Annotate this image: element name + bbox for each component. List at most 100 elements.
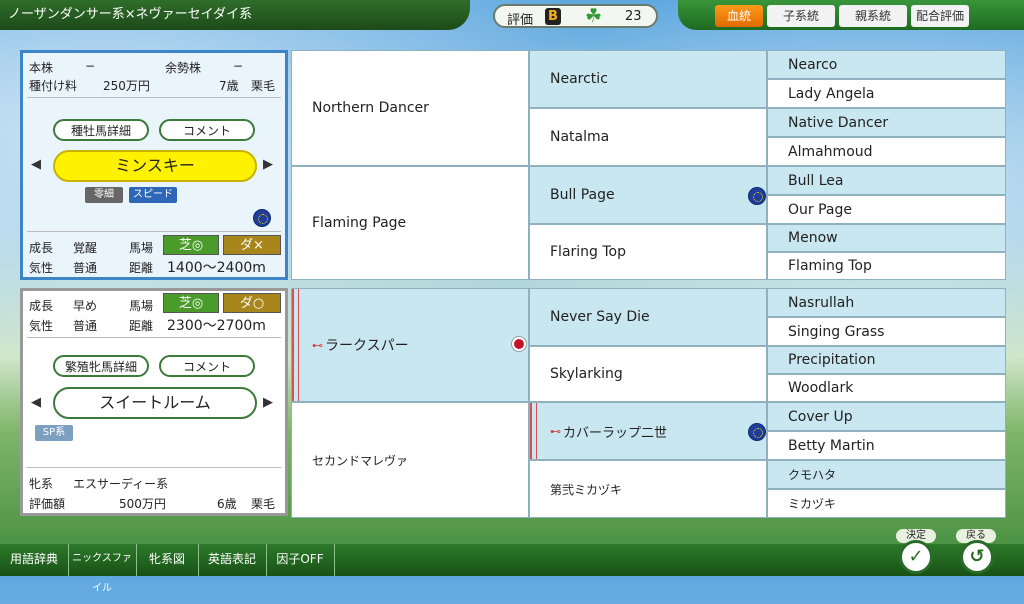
glossary-button[interactable]: 用語辞典 (0, 544, 69, 576)
temper-value: 普通 (73, 319, 98, 333)
sire-age: 7歳 (219, 79, 239, 93)
pedigree-cell-g1[interactable]: ⊷ ラークスパー (291, 288, 529, 402)
dam-chip-sp: SP系 (35, 425, 73, 441)
pedigree-cell-g3[interactable]: Lady Angela (767, 79, 1006, 108)
horse-name: Bull Page (550, 187, 615, 203)
pedigree-cell-g1[interactable]: Northern Dancer (291, 50, 529, 166)
horse-name: Skylarking (550, 366, 623, 382)
pedigree-cell-g3[interactable]: Nasrullah (767, 288, 1006, 317)
clover-count: 23 (625, 9, 642, 24)
eu-flag-icon (253, 209, 271, 227)
clover-icon: ☘ (585, 5, 603, 27)
growth-value: 覚醒 (73, 241, 98, 255)
link-icon: ⊷ (550, 424, 561, 438)
next-sire-arrow-icon[interactable]: ▶ (263, 157, 273, 172)
dirt-badge: ダ× (223, 235, 281, 255)
pedigree-cell-g3[interactable]: Menow (767, 224, 1006, 252)
prev-dam-arrow-icon[interactable]: ◀ (31, 395, 41, 410)
divider (27, 467, 281, 468)
horse-name: セカンドマレヴァ (312, 453, 409, 468)
growth-value: 早め (73, 299, 98, 313)
back-return-icon[interactable]: ↺ (960, 540, 994, 574)
horse-name: Nearco (788, 56, 838, 73)
pedigree-cell-g3[interactable]: Native Dancer (767, 108, 1006, 137)
dam-name[interactable]: スイートルーム (53, 387, 257, 419)
surplus-stock-label: 余勢株 (165, 61, 202, 75)
pedigree-cell-g3[interactable]: Bull Lea (767, 166, 1006, 195)
growth-label: 成長 (29, 299, 54, 313)
horse-name: Precipitation (788, 352, 876, 368)
track-label: 馬場 (129, 299, 154, 313)
horse-name: Our Page (788, 201, 852, 218)
pedigree-cell-g3[interactable]: Singing Grass (767, 317, 1006, 346)
tab-bar: 血統 子系統 親系統 配合評価 (678, 0, 1024, 30)
sire-comment-button[interactable]: コメント (159, 119, 255, 141)
horse-name: Betty Martin (788, 437, 875, 454)
cross-mark (292, 289, 299, 401)
prev-sire-arrow-icon[interactable]: ◀ (31, 157, 41, 172)
next-dam-arrow-icon[interactable]: ▶ (263, 395, 273, 410)
confirm-check-icon[interactable]: ✓ (899, 540, 933, 574)
pedigree-cell-g3[interactable]: Betty Martin (767, 431, 1006, 460)
female-line-label: 牝系 (29, 477, 54, 491)
distance-label: 距離 (129, 261, 154, 275)
eu-flag-icon (748, 187, 766, 205)
female-line-chart-button[interactable]: 牝系図 (136, 544, 199, 576)
tab-mating-eval[interactable]: 配合評価 (911, 5, 969, 27)
divider (27, 337, 281, 338)
dam-panel: 成長 早め 馬場 芝◎ ダ○ 気性 普通 距離 2300〜2700m 繁殖牝馬詳… (20, 288, 288, 516)
pedigree-cell-g2[interactable]: 第弐ミカヅキ (529, 460, 767, 518)
tab-pedigree[interactable]: 血統 (715, 5, 763, 27)
horse-name: Nearctic (550, 71, 608, 87)
pedigree-cell-g2[interactable]: Skylarking (529, 346, 767, 402)
tab-child-line[interactable]: 子系統 (767, 5, 835, 27)
pedigree-cell-g1[interactable]: セカンドマレヴァ (291, 402, 529, 518)
temper-value: 普通 (73, 261, 98, 275)
sire-coat: 栗毛 (251, 79, 276, 93)
pedigree-cell-g2[interactable]: Flaring Top (529, 224, 767, 280)
turf-badge: 芝◎ (163, 293, 219, 313)
pedigree-cell-g2[interactable]: Bull Page (529, 166, 767, 224)
female-line-value: エスサーディー系 (73, 477, 169, 491)
horse-name: Flaming Page (312, 215, 407, 231)
horse-name: Lady Angela (788, 85, 875, 102)
pedigree-cell-g3[interactable]: Flaming Top (767, 252, 1006, 280)
horse-name: Flaring Top (550, 244, 627, 260)
pedigree-cell-g2[interactable]: Never Say Die (529, 288, 767, 346)
nicks-file-button[interactable]: ニックスファイル (68, 544, 137, 594)
factor-off-button[interactable]: 因子OFF (266, 544, 335, 576)
pedigree-cell-g3[interactable]: Nearco (767, 50, 1006, 79)
link-icon: ⊷ (312, 338, 323, 352)
pedigree-cell-g1[interactable]: Flaming Page (291, 166, 529, 280)
sire-detail-button[interactable]: 種牡馬詳細 (53, 119, 149, 141)
pedigree-cell-g2[interactable]: ⊷ カバーラップ二世 (529, 402, 767, 460)
pedigree-cell-g3[interactable]: クモハタ (767, 460, 1006, 489)
tab-parent-line[interactable]: 親系統 (839, 5, 907, 27)
horse-name: ラークスパー (325, 338, 409, 354)
pedigree-cell-g3[interactable]: ミカヅキ (767, 489, 1006, 518)
dam-comment-button[interactable]: コメント (159, 355, 255, 377)
horse-name: Native Dancer (788, 114, 889, 131)
dirt-badge: ダ○ (223, 293, 281, 313)
pedigree-table: Northern Dancer Flaming Page ⊷ ラークスパー セカ… (291, 50, 1006, 518)
pedigree-cell-g3[interactable]: Almahmoud (767, 137, 1006, 166)
english-notation-button[interactable]: 英語表記 (198, 544, 267, 576)
divider (27, 231, 281, 232)
sire-name[interactable]: ミンスキー (53, 150, 257, 182)
horse-name: Almahmoud (788, 143, 873, 160)
divider (27, 97, 281, 98)
dam-detail-button[interactable]: 繁殖牝馬詳細 (53, 355, 149, 377)
cross-mark (530, 403, 537, 459)
pedigree-cell-g2[interactable]: Nearctic (529, 50, 767, 108)
value-amount: 500万円 (119, 497, 166, 511)
cross-title: ノーザンダンサー系×ネヴァーセイダイ系 (0, 0, 470, 30)
pedigree-cell-g3[interactable]: Our Page (767, 195, 1006, 224)
pedigree-cell-g3[interactable]: Woodlark (767, 374, 1006, 402)
pedigree-cell-g3[interactable]: Precipitation (767, 346, 1006, 374)
pedigree-cell-g3[interactable]: Cover Up (767, 402, 1006, 431)
pedigree-cell-g2[interactable]: Natalma (529, 108, 767, 166)
distance-value: 2300〜2700m (167, 318, 266, 334)
horse-name: 第弐ミカヅキ (550, 482, 623, 497)
eu-flag-icon (748, 423, 766, 441)
distance-label: 距離 (129, 319, 154, 333)
